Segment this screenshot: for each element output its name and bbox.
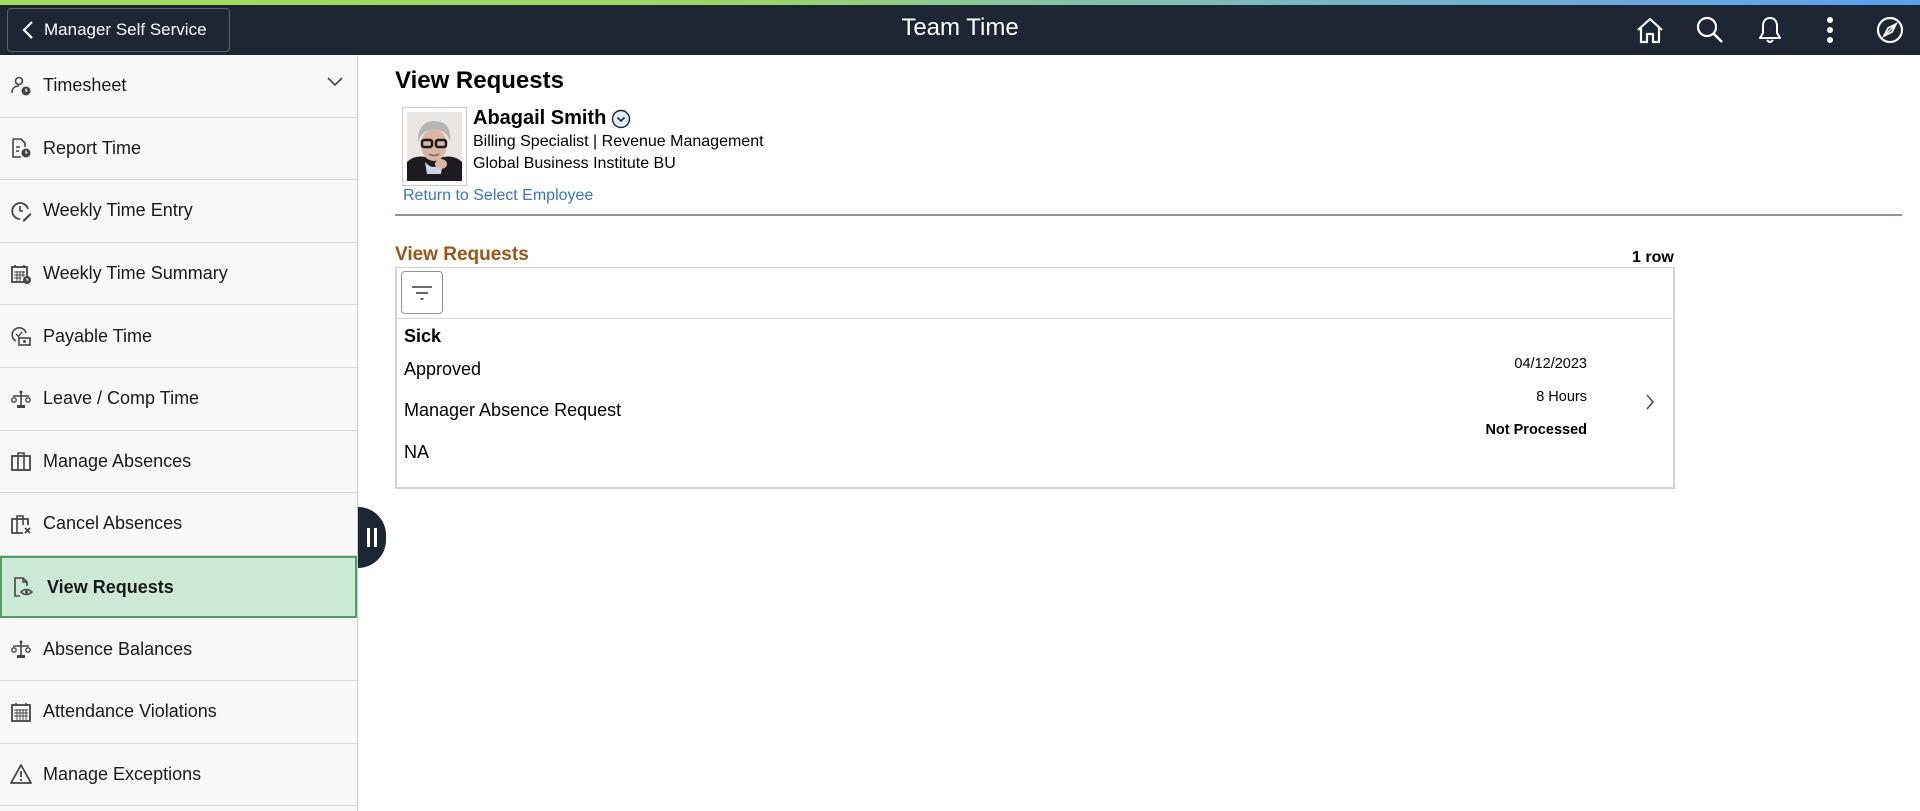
notifications-button[interactable]	[1740, 5, 1800, 55]
sidebar-item-label: Attendance Violations	[43, 701, 217, 722]
balance-scale-icon	[10, 638, 32, 660]
sidebar-item-label: View Requests	[47, 576, 174, 597]
chevron-down-circle-icon[interactable]	[611, 109, 631, 129]
sidebar-collapse-handle[interactable]	[358, 507, 386, 568]
home-icon	[1637, 17, 1663, 44]
search-icon	[1696, 16, 1723, 43]
absence-type: Sick	[404, 326, 442, 346]
back-button-label: Manager Self Service	[44, 20, 207, 39]
row-count: 1 row	[1632, 249, 1674, 266]
requests-grid: Sick Approved Manager Absence Request NA…	[395, 267, 1675, 489]
request-date: 04/12/2023	[1514, 356, 1587, 372]
sidebar-item-timesheet[interactable]: Timesheet	[0, 55, 357, 118]
page-title: View Requests	[395, 67, 564, 94]
sidebar-item-view-requests[interactable]: View Requests	[0, 555, 357, 619]
request-duration: 8 Hours	[1536, 389, 1587, 405]
sidebar-item-label: Timesheet	[43, 75, 127, 96]
sidebar-item-label: Report Time	[43, 137, 142, 158]
clock-pencil-icon	[10, 200, 32, 222]
avatar	[407, 112, 462, 181]
back-button[interactable]: Manager Self Service	[7, 8, 230, 52]
calendar-clock-icon	[10, 263, 32, 285]
navigator-button[interactable]	[1860, 5, 1920, 55]
search-button[interactable]	[1680, 5, 1740, 55]
drag-handle-bar	[374, 528, 377, 547]
more-actions-button[interactable]	[1800, 5, 1860, 55]
sidebar-item-label: Manage Exceptions	[43, 763, 202, 784]
person-clock-icon	[10, 75, 32, 97]
sidebar-nav: Timesheet Report Time Weekly Time Entry …	[0, 55, 358, 811]
document-clock-icon	[10, 137, 32, 159]
sidebar-item-label: Weekly Time Entry	[43, 200, 193, 221]
sidebar-item-label: Weekly Time Summary	[43, 263, 228, 284]
more-actions-icon	[1827, 17, 1833, 43]
sidebar-item-leave-comp-time[interactable]: Leave / Comp Time	[0, 368, 357, 431]
table-row[interactable]: Sick Approved Manager Absence Request NA…	[397, 319, 1673, 487]
chevron-left-icon	[22, 21, 33, 39]
grid-toolbar	[397, 268, 1673, 319]
sidebar-item-label: Cancel Absences	[43, 513, 183, 534]
filter-icon	[412, 285, 432, 300]
briefcase-icon	[10, 450, 32, 472]
navigator-compass-icon	[1876, 16, 1904, 44]
sidebar-item-payable-time[interactable]: Payable Time	[0, 305, 357, 368]
calendar-icon	[10, 701, 32, 723]
employee-name: Abagail Smith	[473, 107, 607, 129]
warning-triangle-icon	[10, 763, 32, 785]
sidebar-item-manage-exceptions[interactable]: Manage Exceptions	[0, 744, 357, 807]
sidebar-item-label: Payable Time	[43, 325, 153, 346]
request-status: Approved	[404, 359, 482, 379]
clock-money-icon	[10, 325, 32, 347]
request-extra: NA	[404, 442, 430, 462]
document-eye-icon	[12, 576, 34, 598]
employee-title-dept: Billing Specialist | Revenue Management	[473, 133, 764, 150]
drag-handle-bar	[367, 528, 370, 547]
sidebar-item-cancel-absences[interactable]: Cancel Absences	[0, 493, 357, 556]
section-divider	[395, 214, 1902, 216]
sidebar-item-report-time[interactable]: Report Time	[0, 118, 357, 181]
chevron-right-icon[interactable]	[1645, 393, 1655, 411]
return-to-select-employee-link[interactable]: Return to Select Employee	[403, 187, 593, 205]
sidebar-item-attendance-violations[interactable]: Attendance Violations	[0, 681, 357, 744]
sidebar-item-weekly-time-summary[interactable]: Weekly Time Summary	[0, 243, 357, 306]
sidebar-item-label: Absence Balances	[43, 638, 193, 659]
sidebar-item-label: Manage Absences	[43, 450, 192, 471]
sidebar-item-label: Leave / Comp Time	[43, 388, 200, 409]
filter-button[interactable]	[401, 271, 443, 314]
home-button[interactable]	[1620, 5, 1680, 55]
sidebar-item-absence-balances[interactable]: Absence Balances	[0, 618, 357, 681]
app-header: Manager Self Service Team Time	[0, 0, 1920, 55]
chevron-down-icon[interactable]	[327, 77, 343, 87]
employee-business-unit: Global Business Institute BU	[473, 155, 676, 172]
employee-photo	[402, 107, 467, 186]
request-source: Manager Absence Request	[404, 400, 622, 420]
grid-title: View Requests	[395, 244, 529, 265]
sidebar-item-manage-absences[interactable]: Manage Absences	[0, 431, 357, 494]
notifications-icon	[1759, 17, 1781, 43]
briefcase-cancel-icon	[10, 513, 32, 535]
sidebar-item-weekly-time-entry[interactable]: Weekly Time Entry	[0, 180, 357, 243]
balance-scale-icon	[10, 388, 32, 410]
processing-status: Not Processed	[1485, 422, 1587, 438]
